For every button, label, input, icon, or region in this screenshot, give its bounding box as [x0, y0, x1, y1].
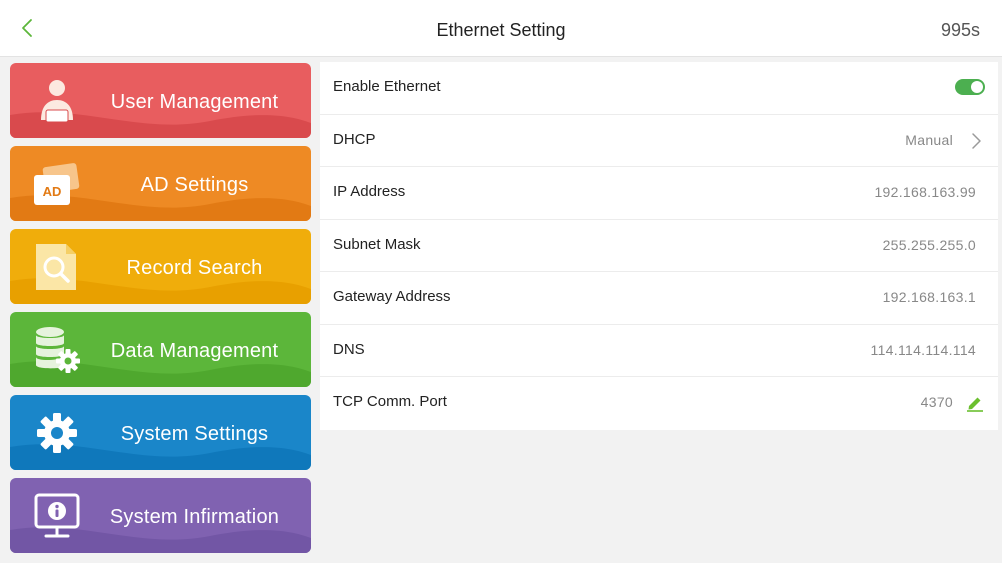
menu-system-settings[interactable]: System Settings: [10, 395, 311, 470]
setting-row-dhcp[interactable]: DHCP Manual: [320, 115, 998, 167]
menu-user-management[interactable]: User Management: [10, 63, 311, 138]
search-document-icon: [36, 244, 76, 290]
dns-value: 114.114.114.114: [870, 341, 976, 358]
title-bar: Ethernet Setting 995s: [0, 0, 1002, 57]
info-monitor-icon: [34, 493, 80, 538]
ip-address-value: 192.168.163.99: [874, 184, 976, 200]
dhcp-value: Manual: [905, 131, 953, 148]
user-icon: [41, 80, 73, 123]
setting-label: Enable Ethernet: [333, 78, 441, 95]
setting-label: IP Address: [333, 183, 406, 200]
setting-label: Subnet Mask: [333, 235, 421, 253]
tcp-port-value: 4370: [920, 394, 953, 410]
setting-row-ip-address[interactable]: IP Address 192.168.163.99: [320, 167, 998, 220]
menu-label: Record Search: [126, 257, 263, 279]
pencil-edit-icon[interactable]: [966, 394, 984, 412]
subnet-mask-value: 255.255.255.0: [882, 236, 976, 253]
menu-label: System Infirmation: [109, 506, 280, 528]
menu-ad-settings[interactable]: AD AD Settings: [10, 146, 311, 221]
setting-row-enable-ethernet[interactable]: Enable Ethernet: [320, 62, 998, 115]
enable-ethernet-toggle[interactable]: [955, 79, 985, 95]
gateway-address-value: 192.168.163.1: [882, 289, 976, 305]
setting-label: Gateway Address: [333, 288, 451, 305]
setting-label: DHCP: [333, 130, 376, 148]
setting-row-gateway-address[interactable]: Gateway Address 192.168.163.1: [320, 272, 998, 325]
menu-label: System Settings: [120, 423, 269, 445]
menu-label: AD Settings: [140, 174, 249, 196]
ad-card-icon: AD: [34, 163, 80, 205]
ad-badge-text: AD: [43, 184, 62, 199]
menu-record-search[interactable]: Record Search: [10, 229, 311, 304]
setting-row-tcp-port[interactable]: TCP Comm. Port 4370: [320, 377, 998, 430]
timeout-countdown: 995s: [940, 20, 980, 40]
menu-label: Data Management: [110, 340, 279, 362]
setting-label: DNS: [333, 340, 365, 358]
setting-row-subnet-mask[interactable]: Subnet Mask 255.255.255.0: [320, 220, 998, 272]
menu-system-information[interactable]: System Infirmation: [10, 478, 311, 553]
toggle-knob: [971, 81, 983, 93]
ethernet-settings-list: Enable Ethernet DHCP Manual IP Address 1…: [320, 62, 998, 430]
page-title: Ethernet Setting: [436, 20, 566, 40]
database-gear-icon: [36, 327, 80, 373]
setting-row-dns[interactable]: DNS 114.114.114.114: [320, 325, 998, 377]
menu-label: User Management: [110, 91, 279, 113]
setting-label: TCP Comm. Port: [333, 393, 447, 410]
main-menu: User Management AD AD Settings Record Se…: [10, 63, 311, 561]
gear-icon: [37, 413, 77, 453]
chevron-right-icon[interactable]: [970, 132, 982, 150]
menu-data-management[interactable]: Data Management: [10, 312, 311, 387]
